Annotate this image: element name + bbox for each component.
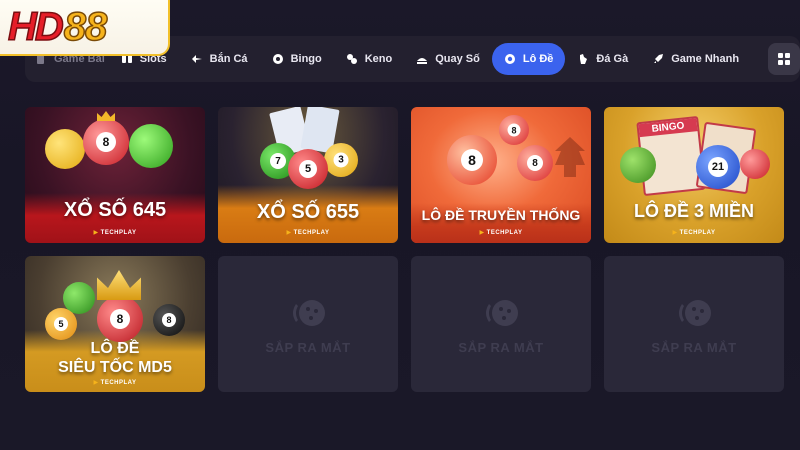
fish-icon bbox=[191, 55, 202, 63]
brand-label: TECHPLAY bbox=[486, 230, 523, 236]
game-card-lo-de-3-mien[interactable]: BINGO 21 LÔ ĐỀ 3 MIỀN ▶ TECHPLAY bbox=[604, 107, 784, 243]
nav-item-keno[interactable]: Keno bbox=[334, 43, 405, 75]
nav-item-ban-ca[interactable]: Bắn Cá bbox=[179, 43, 260, 75]
grid-menu-icon bbox=[778, 53, 790, 65]
lottery-ball-icon: 5 bbox=[45, 308, 77, 340]
lottery-ball-icon bbox=[45, 129, 85, 169]
lottery-ball-icon: 5 bbox=[288, 149, 328, 189]
nav-item-label: Keno bbox=[364, 53, 393, 65]
nav-item-label: Lô Đề bbox=[522, 53, 554, 65]
card-title-line1: LÔ ĐỀ bbox=[90, 340, 140, 357]
lottery-ball-icon: 8 bbox=[83, 119, 129, 165]
nav-item-game-nhanh[interactable]: Game Nhanh bbox=[640, 43, 751, 75]
lottery-ball-icon: 8 bbox=[517, 145, 553, 181]
coming-soon-card: SẮP RA MẮT bbox=[218, 256, 398, 392]
lottery-ball-icon: 8 bbox=[447, 135, 497, 185]
game-card-xo-so-655[interactable]: 7 3 5 XỔ SỐ 655 ▶ TECHPLAY bbox=[218, 107, 398, 243]
nav-item-label: Bắn Cá bbox=[209, 53, 248, 65]
grid-menu-button[interactable] bbox=[768, 43, 800, 75]
coming-soon-card: SẮP RA MẮT bbox=[604, 256, 784, 392]
ball-number: 7 bbox=[270, 153, 286, 169]
nav-item-label: Quay Số bbox=[435, 53, 480, 65]
lottery-ball-icon bbox=[740, 149, 770, 179]
card-title: XỔ SỐ 655 bbox=[256, 201, 360, 223]
bingo-card-label: BINGO bbox=[638, 118, 698, 138]
logo-hd-text: HD bbox=[7, 4, 64, 50]
techplay-logo: ▶ TECHPLAY bbox=[93, 230, 137, 236]
brand-label: TECHPLAY bbox=[100, 380, 137, 386]
lottery-ball-icon: 8 bbox=[153, 304, 185, 336]
brand-label: TECHPLAY bbox=[679, 230, 716, 236]
logo-88-text: 88 bbox=[63, 4, 108, 50]
lottery-ball-icon bbox=[129, 124, 173, 168]
coming-soon-card: SẮP RA MẮT bbox=[411, 256, 591, 392]
techplay-logo: ▶ TECHPLAY bbox=[286, 230, 330, 236]
game-card-lo-de-sieu-toc-md5[interactable]: 8 5 8 LÔ ĐỀ SIÊU TỐC MD5 ▶ TECHPLAY bbox=[25, 256, 205, 392]
lottery-ball-icon: 21 bbox=[696, 145, 740, 189]
ball-number: 8 bbox=[507, 123, 521, 137]
ball-number: 5 bbox=[54, 317, 68, 331]
nav-item-lo-de[interactable]: Lô Đề bbox=[491, 43, 566, 75]
ball-number: 5 bbox=[299, 160, 317, 178]
keno-icon bbox=[346, 54, 357, 64]
nav-item-label: Đá Gà bbox=[596, 53, 629, 65]
ball-number: 21 bbox=[708, 157, 728, 177]
ball-number: 8 bbox=[461, 149, 483, 171]
cookie-icon bbox=[293, 300, 325, 326]
card-title: XỔ SỐ 645 bbox=[63, 199, 167, 221]
game-card-lo-de-truyen-thong[interactable]: 8 8 8 LÔ ĐỀ TRUYỀN THỐNG ▶ TECHPLAY bbox=[411, 107, 591, 243]
nav-item-quay-so[interactable]: Quay Số bbox=[404, 43, 492, 75]
ball-number: 8 bbox=[96, 132, 116, 152]
lode-ball-icon bbox=[504, 54, 515, 64]
coming-soon-label: SẮP RA MẮT bbox=[458, 340, 544, 355]
bingo-icon bbox=[272, 54, 283, 64]
card-title: LÔ ĐỀ 3 MIỀN bbox=[633, 201, 754, 221]
crown-icon bbox=[97, 111, 115, 121]
card-title-line2: SIÊU TỐC MD5 bbox=[58, 359, 172, 376]
ball-number: 3 bbox=[333, 152, 349, 168]
techplay-logo: ▶ TECHPLAY bbox=[672, 230, 716, 236]
techplay-logo: ▶ TECHPLAY bbox=[93, 380, 137, 386]
cookie-icon bbox=[679, 300, 711, 326]
cookie-icon bbox=[486, 300, 518, 326]
card-title: LÔ ĐỀ TRUYỀN THỐNG bbox=[421, 207, 581, 223]
nav-item-label: Bingo bbox=[290, 53, 322, 65]
lottery-ball-icon: 3 bbox=[324, 143, 358, 177]
ball-number: 8 bbox=[110, 309, 130, 329]
hd88-logo[interactable]: HD 88 bbox=[0, 0, 170, 56]
ball-number: 8 bbox=[527, 155, 543, 171]
lottery-ball-icon: 8 bbox=[97, 296, 143, 342]
coming-soon-label: SẮP RA MẮT bbox=[265, 340, 351, 355]
nav-item-bingo[interactable]: Bingo bbox=[260, 43, 334, 75]
brand-label: TECHPLAY bbox=[100, 230, 137, 236]
lottery-ball-icon bbox=[620, 147, 656, 183]
techplay-logo: ▶ TECHPLAY bbox=[479, 230, 523, 236]
nav-item-da-ga[interactable]: Đá Gà bbox=[565, 43, 640, 75]
lottery-wheel-icon bbox=[417, 58, 428, 64]
nav-item-label: Game Nhanh bbox=[671, 53, 740, 65]
rocket-icon bbox=[654, 54, 664, 63]
game-card-xo-so-645[interactable]: 8 XỔ SỐ 645 ▶ TECHPLAY bbox=[25, 107, 205, 243]
coming-soon-label: SẮP RA MẮT bbox=[651, 340, 737, 355]
ball-number: 8 bbox=[162, 313, 176, 327]
lottery-ball-icon: 8 bbox=[499, 115, 529, 145]
crown-icon bbox=[97, 270, 141, 300]
rooster-icon bbox=[580, 54, 588, 64]
brand-label: TECHPLAY bbox=[293, 230, 330, 236]
pagoda-icon bbox=[555, 137, 585, 177]
